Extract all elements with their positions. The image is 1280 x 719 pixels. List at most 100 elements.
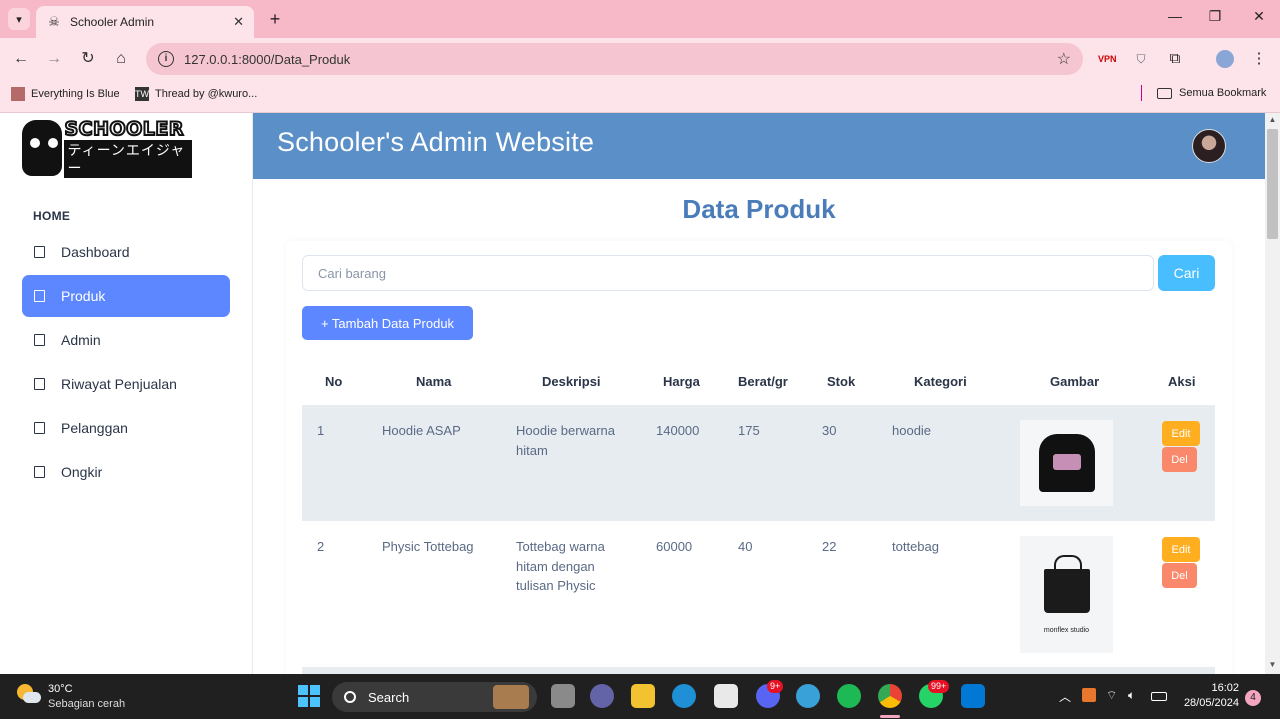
product-image-tottebag: monflex studio <box>1020 536 1113 653</box>
task-view-icon[interactable] <box>551 684 575 708</box>
search-button[interactable]: Cari <box>1158 255 1215 291</box>
cell-kategori: hoodie <box>892 423 932 438</box>
sidebar-item-riwayat-penjualan[interactable]: Riwayat Penjualan <box>22 363 230 405</box>
reload-icon[interactable]: ↻ <box>77 48 99 70</box>
cell-berat: 175 <box>738 423 760 438</box>
add-product-button[interactable]: + Tambah Data Produk <box>302 306 473 340</box>
bookmark-star-icon[interactable]: ☆ <box>1057 49 1071 69</box>
back-arrow-icon[interactable]: ← <box>10 48 32 70</box>
column-header-nama: Nama <box>416 374 452 389</box>
home-icon[interactable]: ⌂ <box>110 48 132 70</box>
column-header-stok: Stok <box>827 374 856 389</box>
spotify-icon[interactable] <box>837 684 861 708</box>
meet-icon[interactable] <box>590 684 614 708</box>
sidebar-item-ongkir[interactable]: Ongkir <box>22 451 230 493</box>
cell-deskripsi: Tottebag warna hitam dengan tulisan Phys… <box>516 537 636 596</box>
column-header-kategori: Kategori <box>914 374 967 389</box>
profile-avatar-icon[interactable] <box>1216 50 1234 68</box>
delete-button[interactable]: Del <box>1162 447 1197 472</box>
wifi-icon[interactable]: ⌔ <box>1106 688 1117 703</box>
all-bookmarks-label: Semua Bookmark <box>1179 87 1267 99</box>
delete-button[interactable]: Del <box>1162 563 1197 588</box>
schooler-logo[interactable]: SCHOOLER ティーンエイジャー <box>22 117 192 179</box>
user-avatar[interactable] <box>1192 129 1226 163</box>
cell-deskripsi: Hoodie berwarna hitam <box>516 421 636 460</box>
chrome-icon[interactable] <box>878 684 902 708</box>
file-explorer-icon[interactable] <box>631 684 655 708</box>
search-highlight-icon <box>493 685 529 709</box>
forward-arrow-icon[interactable]: → <box>43 48 65 70</box>
sidebar-item-produk[interactable]: Produk <box>22 275 230 317</box>
sidebar-item-label: Ongkir <box>61 464 103 480</box>
edit-button[interactable]: Edit <box>1162 421 1200 446</box>
table-row: 2 Physic Tottebag Tottebag warna hitam d… <box>302 521 1215 667</box>
vpn-extension-icon[interactable]: VPN <box>1098 50 1117 68</box>
bookmark-thread[interactable]: TW Thread by @kwuro... <box>135 87 257 101</box>
minimize-icon[interactable]: — <box>1164 8 1186 24</box>
hoodie-image <box>1038 434 1095 492</box>
sidebar-item-admin[interactable]: Admin <box>22 319 230 361</box>
shipping-icon <box>34 466 45 478</box>
search-input[interactable] <box>302 255 1154 291</box>
sidebar-item-pelanggan[interactable]: Pelanggan <box>22 407 230 449</box>
vscode-icon[interactable] <box>961 684 985 708</box>
app-blue-icon[interactable] <box>796 684 820 708</box>
tray-app-icon[interactable] <box>1082 688 1096 702</box>
bookmark-tw-icon: TW <box>135 87 149 101</box>
active-app-indicator <box>880 715 900 718</box>
column-header-gambar: Gambar <box>1050 374 1100 389</box>
cell-stok: 30 <box>822 423 837 438</box>
skull-hand-icon <box>22 120 63 176</box>
tray-chevron-icon[interactable]: ︿ <box>1059 688 1071 705</box>
shield-extension-icon[interactable]: ⛉ <box>1132 50 1150 68</box>
all-bookmarks-folder[interactable]: Semua Bookmark <box>1157 87 1266 99</box>
close-tab-icon[interactable]: ✕ <box>233 14 244 30</box>
sidebar-item-dashboard[interactable]: Dashboard <box>22 231 230 273</box>
weather-temperature[interactable]: 30°C <box>48 683 73 695</box>
browser-toolbar: ← → ↻ ⌂ i 127.0.0.1:8000/Data_Produk ☆ V… <box>0 38 1280 80</box>
logo-subtext: ティーンエイジャー <box>64 140 192 178</box>
column-header-harga: Harga <box>663 374 700 389</box>
search-icon <box>344 691 356 703</box>
clock-time[interactable]: 16:02 <box>1199 682 1239 694</box>
bookmarks-bar: Everything Is Blue TW Thread by @kwuro..… <box>0 80 1280 113</box>
bookmark-label: Everything Is Blue <box>31 88 120 100</box>
battery-icon[interactable] <box>1151 692 1167 701</box>
bookmark-everything-is-blue[interactable]: Everything Is Blue <box>11 87 120 101</box>
cell-berat: 40 <box>738 539 753 554</box>
browser-menu-icon[interactable]: ⋮ <box>1250 50 1268 68</box>
notification-badge[interactable]: 4 <box>1245 690 1261 706</box>
skull-favicon-icon: ☠ <box>48 14 60 29</box>
restore-icon[interactable]: ❐ <box>1204 8 1226 25</box>
url-text[interactable]: 127.0.0.1:8000/Data_Produk <box>184 52 350 67</box>
taskbar-search[interactable]: Search <box>332 682 537 712</box>
sidebar-section-heading: HOME <box>33 209 71 223</box>
extensions-puzzle-icon[interactable]: ⧉ <box>1166 50 1184 68</box>
address-bar[interactable]: i 127.0.0.1:8000/Data_Produk ☆ <box>146 43 1083 75</box>
scroll-thumb[interactable] <box>1267 129 1278 239</box>
main-content: Data Produk Cari + Tambah Data Produk No… <box>253 179 1265 674</box>
deskripsi-line: hitam <box>516 442 548 458</box>
cell-nama: Physic Tottebag <box>382 539 474 554</box>
weather-partly-cloudy-icon[interactable] <box>17 684 41 706</box>
tottebag-image <box>1043 555 1090 613</box>
clock-date[interactable]: 28/05/2024 <box>1178 697 1239 709</box>
whatsapp-badge: 99+ <box>928 680 950 693</box>
browser-tab[interactable]: ☠ Schooler Admin ✕ <box>36 6 254 38</box>
edit-button[interactable]: Edit <box>1162 537 1200 562</box>
discord-badge: 9+ <box>767 680 784 693</box>
site-info-icon[interactable]: i <box>158 51 174 67</box>
page-scrollbar[interactable]: ▲ ▼ <box>1265 113 1280 674</box>
weather-condition[interactable]: Sebagian cerah <box>48 698 125 710</box>
deskripsi-line: Hoodie berwarna <box>516 423 616 438</box>
volume-icon[interactable]: 🔈︎ <box>1128 688 1135 703</box>
windows-start-icon[interactable] <box>298 685 320 707</box>
close-window-icon[interactable]: ✕ <box>1248 8 1270 25</box>
tab-search-chevron-icon[interactable]: ▾ <box>8 8 30 30</box>
scroll-down-icon[interactable]: ▼ <box>1265 660 1280 672</box>
store-icon[interactable] <box>714 684 738 708</box>
edge-icon[interactable] <box>672 684 696 708</box>
scroll-up-icon[interactable]: ▲ <box>1265 115 1280 127</box>
deskripsi-line: Tottebag warna <box>516 539 605 554</box>
new-tab-plus-icon[interactable]: + <box>264 8 286 30</box>
